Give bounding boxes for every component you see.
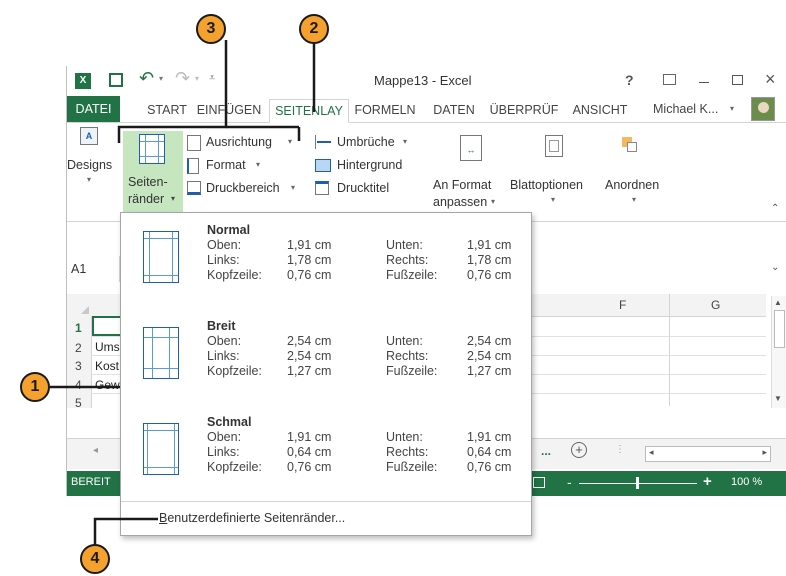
callout-lines	[50, 40, 316, 548]
callout-4-line	[93, 517, 158, 548]
callout-2: 2	[299, 14, 329, 44]
callout-3-line	[117, 40, 228, 143]
callout-1: 1	[20, 372, 50, 402]
callout-4: 4	[80, 544, 110, 574]
callout-3: 3	[196, 14, 226, 44]
